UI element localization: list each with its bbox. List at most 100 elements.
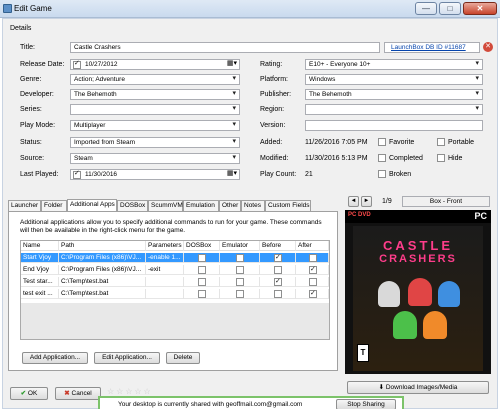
cell-params xyxy=(146,277,184,287)
tab-launcher[interactable]: Launcher xyxy=(8,200,41,211)
cover-title-bottom: CRASHERS xyxy=(379,253,457,265)
remove-id-icon[interactable]: ✕ xyxy=(483,42,493,52)
checkbox[interactable] xyxy=(309,289,317,299)
before-checkbox[interactable] xyxy=(260,289,296,299)
rating-dropdown[interactable]: E10+ - Everyone 10+ xyxy=(305,59,483,70)
minimize-button[interactable]: — xyxy=(415,2,437,15)
column-header-emulator[interactable]: Emulator xyxy=(220,241,260,251)
broken-checkbox[interactable] xyxy=(378,170,386,178)
checkbox[interactable] xyxy=(274,290,282,298)
tab-scummvm[interactable]: ScummVM xyxy=(148,200,183,211)
column-header-name[interactable]: Name xyxy=(21,241,59,251)
calendar-icon[interactable]: ▦▾ xyxy=(227,170,237,178)
completed-checkbox[interactable] xyxy=(378,154,386,162)
star-rating[interactable]: ☆ ☆ ☆ ☆ ☆ xyxy=(107,387,151,396)
checkbox[interactable] xyxy=(198,290,206,298)
maximize-button[interactable]: □ xyxy=(439,2,461,15)
calendar-icon[interactable]: ▦▾ xyxy=(227,60,237,68)
checkbox[interactable] xyxy=(198,266,206,274)
favorite-checkbox[interactable] xyxy=(378,138,386,146)
status-dropdown[interactable]: Imported from Steam xyxy=(70,137,240,148)
before-checkbox[interactable] xyxy=(260,277,296,287)
after-checkbox[interactable] xyxy=(296,289,329,299)
column-header-dosbox[interactable]: DOSBox xyxy=(184,241,220,251)
column-header-parameters[interactable]: Parameters xyxy=(146,241,184,251)
delete-button[interactable]: Delete xyxy=(166,352,200,364)
tab-folder[interactable]: Folder xyxy=(41,200,67,211)
region-dropdown[interactable] xyxy=(305,104,483,115)
add-application-button[interactable]: Add Application... xyxy=(22,352,88,364)
column-header-after[interactable]: After xyxy=(296,241,329,251)
checkbox[interactable] xyxy=(198,278,206,286)
ok-button[interactable]: ✔ OK xyxy=(10,387,48,400)
checkbox[interactable] xyxy=(309,265,317,275)
playmode-dropdown[interactable]: Multiplayer xyxy=(70,120,240,131)
rating-label: Rating: xyxy=(260,61,283,68)
dosbox-checkbox[interactable] xyxy=(184,253,220,263)
close-button[interactable]: ✕ xyxy=(463,2,497,15)
lastplayed-field[interactable]: 11/30/2016 ▦▾ xyxy=(70,169,240,180)
checkbox[interactable] xyxy=(274,253,282,263)
series-dropdown[interactable] xyxy=(70,104,240,115)
emulator-checkbox[interactable] xyxy=(220,277,260,287)
star-icon[interactable]: ☆ xyxy=(144,387,151,396)
release-date-checkbox[interactable] xyxy=(73,60,81,69)
checkbox[interactable] xyxy=(309,254,317,262)
edit-application-button[interactable]: Edit Application... xyxy=(94,352,160,364)
launchbox-db-link[interactable]: LaunchBox DB ID #11687 xyxy=(391,44,466,51)
dosbox-checkbox[interactable] xyxy=(184,277,220,287)
tab-notes[interactable]: Notes xyxy=(241,200,265,211)
dosbox-checkbox[interactable] xyxy=(184,289,220,299)
table-row[interactable]: Test star... C:\Temp\test.bat xyxy=(21,277,329,287)
cancel-button[interactable]: ✖ Cancel xyxy=(55,387,101,400)
checkbox[interactable] xyxy=(309,278,317,286)
hide-checkbox[interactable] xyxy=(437,154,445,162)
previous-image-button[interactable]: ◄ xyxy=(348,196,359,207)
tab-custom-fields[interactable]: Custom Fields xyxy=(265,200,311,211)
next-image-button[interactable]: ► xyxy=(361,196,372,207)
broken-label: Broken xyxy=(389,171,412,178)
tab-dosbox[interactable]: DOSBox xyxy=(117,200,148,211)
download-media-button[interactable]: ⬇ Download Images/Media xyxy=(347,381,489,394)
after-checkbox[interactable] xyxy=(296,265,329,275)
before-checkbox[interactable] xyxy=(260,265,296,275)
checkbox[interactable] xyxy=(236,254,244,262)
table-row[interactable]: test exit ... C:\Temp\test.bat xyxy=(21,289,329,299)
source-dropdown[interactable]: Steam xyxy=(70,153,240,164)
checkbox[interactable] xyxy=(236,266,244,274)
checkbox[interactable] xyxy=(198,254,206,262)
star-icon[interactable]: ☆ xyxy=(116,387,123,396)
cell-params: -enable 1... xyxy=(146,253,184,263)
genre-dropdown[interactable]: Action; Adventure xyxy=(70,74,240,85)
developer-dropdown[interactable]: The Behemoth xyxy=(70,89,240,100)
table-row[interactable]: Start Vjoy C:\Program Files (x86)\VJ... -e… xyxy=(21,253,329,263)
tab-other[interactable]: Other xyxy=(219,200,241,211)
column-header-path[interactable]: Path xyxy=(59,241,146,251)
checkbox[interactable] xyxy=(236,278,244,286)
star-icon[interactable]: ☆ xyxy=(134,387,141,396)
publisher-dropdown[interactable]: The Behemoth xyxy=(305,89,483,100)
lastplayed-checkbox[interactable] xyxy=(73,170,81,179)
tab-emulation[interactable]: Emulation xyxy=(183,200,219,211)
checkbox[interactable] xyxy=(274,277,282,287)
before-checkbox[interactable] xyxy=(260,253,296,263)
version-field[interactable] xyxy=(305,120,483,131)
portable-checkbox[interactable] xyxy=(437,138,445,146)
checkbox[interactable] xyxy=(236,290,244,298)
title-field[interactable]: Castle Crashers xyxy=(70,42,380,53)
emulator-checkbox[interactable] xyxy=(220,265,260,275)
dosbox-checkbox[interactable] xyxy=(184,265,220,275)
platform-dropdown[interactable]: Windows xyxy=(305,74,483,85)
checkbox[interactable] xyxy=(274,266,282,274)
after-checkbox[interactable] xyxy=(296,253,329,263)
stop-sharing-button[interactable]: Stop Sharing xyxy=(336,399,396,409)
column-header-before[interactable]: Before xyxy=(260,241,296,251)
after-checkbox[interactable] xyxy=(296,277,329,287)
emulator-checkbox[interactable] xyxy=(220,253,260,263)
release-date-field[interactable]: 10/27/2012 ▦▾ xyxy=(70,59,240,70)
tab-additional-apps[interactable]: Additional Apps xyxy=(67,199,117,211)
emulator-checkbox[interactable] xyxy=(220,289,260,299)
star-icon[interactable]: ☆ xyxy=(125,387,132,396)
star-icon[interactable]: ☆ xyxy=(107,387,114,396)
table-row[interactable]: End Vjoy C:\Program Files (x86)\VJ... -exi… xyxy=(21,265,329,275)
